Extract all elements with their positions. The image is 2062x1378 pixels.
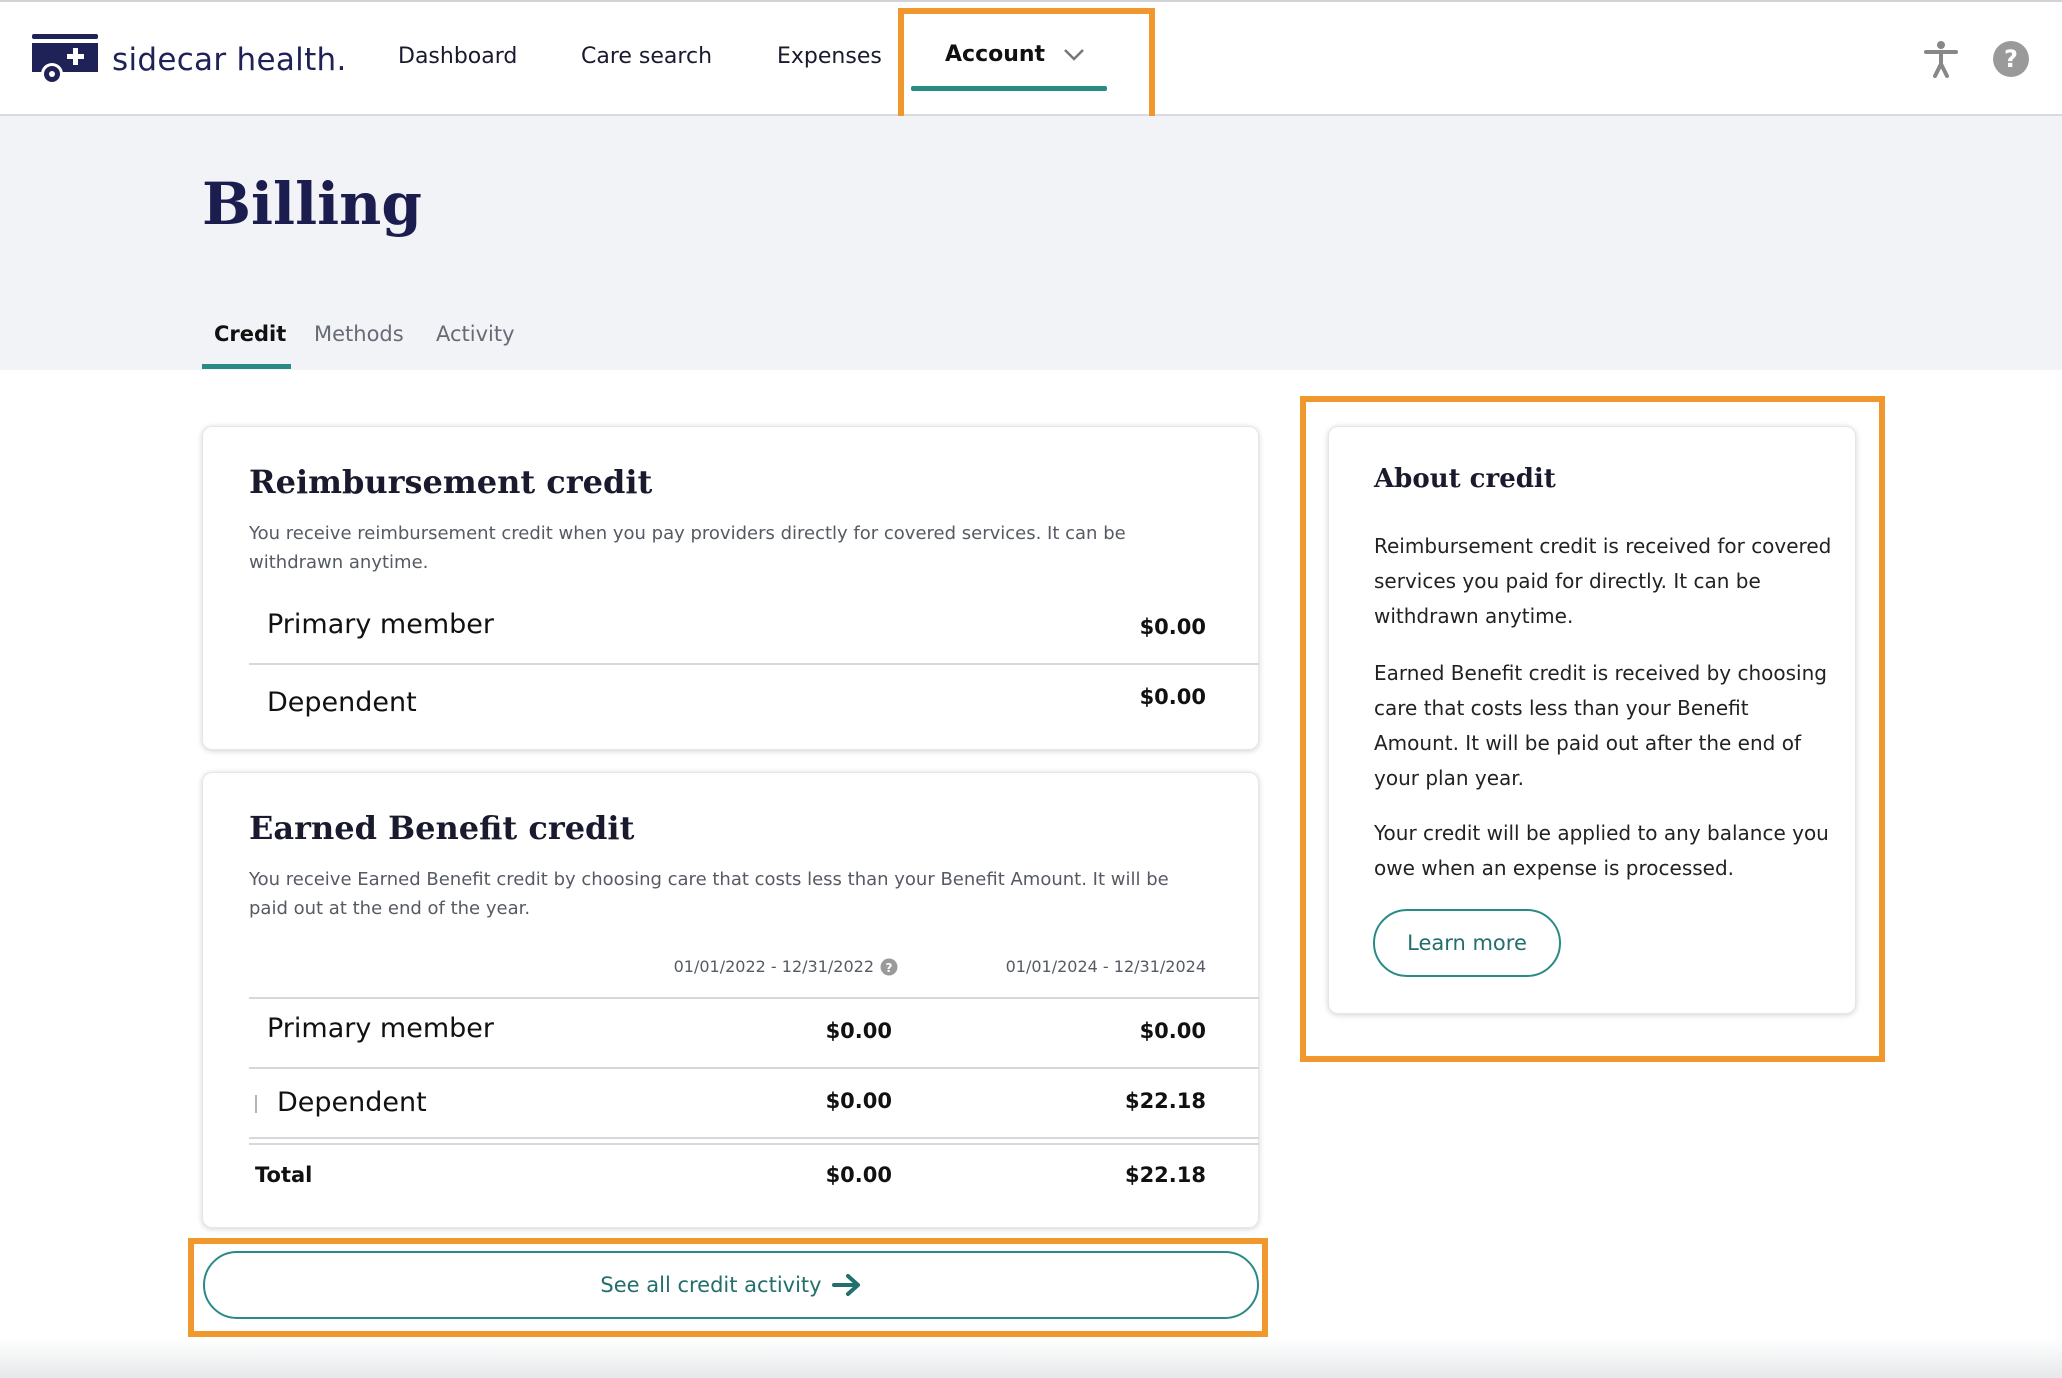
total-value: $0.00	[825, 1163, 892, 1187]
row-divider	[249, 663, 1259, 665]
row-divider	[249, 1143, 1259, 1145]
highlight-see-all	[188, 1238, 1268, 1337]
reimbursement-row-label: Dependent	[267, 687, 417, 718]
earned-row-label: Dependent	[277, 1087, 427, 1118]
accessibility-icon[interactable]	[1922, 40, 1960, 78]
earned-row-value: $22.18	[1124, 1089, 1206, 1113]
earned-row-value: $0.00	[825, 1089, 892, 1113]
reimbursement-row-value: $0.00	[1139, 615, 1206, 639]
logo-ambulance-icon	[32, 34, 98, 85]
earned-row-value: $0.00	[1139, 1019, 1206, 1043]
reimbursement-title: Reimbursement credit	[249, 463, 653, 501]
period-label: 01/01/2022 - 12/31/2022	[673, 957, 874, 976]
reimbursement-description: You receive reimbursement credit when yo…	[249, 523, 1126, 573]
highlight-account-nav	[898, 8, 1155, 128]
billing-hero	[0, 116, 2062, 370]
earned-description: You receive Earned Benefit credit by cho…	[249, 869, 1169, 919]
highlight-about-credit	[1300, 396, 1885, 1062]
period-column-header: 01/01/2022 - 12/31/2022 ?	[674, 957, 898, 976]
earned-row-label: Primary member	[267, 1013, 494, 1044]
logo-text: sidecar health.	[112, 42, 347, 78]
row-divider	[249, 1067, 1259, 1069]
reimbursement-row-label: Primary member	[267, 609, 494, 640]
row-marker	[255, 1095, 257, 1113]
tab-credit[interactable]: Credit	[214, 322, 286, 346]
period-column-header: 01/01/2024 - 12/31/2024	[1005, 957, 1206, 976]
tab-methods[interactable]: Methods	[314, 322, 404, 346]
svg-text:?: ?	[886, 961, 893, 975]
sidecar-health-logo[interactable]: sidecar health.	[30, 30, 347, 90]
tab-active-underline	[202, 364, 291, 369]
info-icon[interactable]: ?	[880, 958, 898, 976]
total-value: $22.18	[1124, 1163, 1206, 1187]
reimbursement-row-value: $0.00	[1139, 685, 1206, 709]
row-divider	[249, 997, 1259, 999]
svg-text:?: ?	[2004, 45, 2018, 73]
total-label: Total	[255, 1163, 313, 1187]
earned-benefit-credit-card: Earned Benefit credit You receive Earned…	[202, 772, 1259, 1228]
reimbursement-credit-card: Reimbursement credit You receive reimbur…	[202, 426, 1259, 750]
page-title: Billing	[202, 170, 422, 238]
earned-title: Earned Benefit credit	[249, 809, 635, 847]
bottom-edge	[0, 1338, 2062, 1378]
tab-activity[interactable]: Activity	[436, 322, 515, 346]
nav-expenses[interactable]: Expenses	[777, 44, 882, 69]
nav-dashboard[interactable]: Dashboard	[398, 44, 517, 69]
help-icon[interactable]: ?	[1992, 40, 2030, 78]
earned-row-value: $0.00	[825, 1019, 892, 1043]
row-divider	[249, 1137, 1259, 1139]
nav-care-search[interactable]: Care search	[581, 44, 712, 69]
